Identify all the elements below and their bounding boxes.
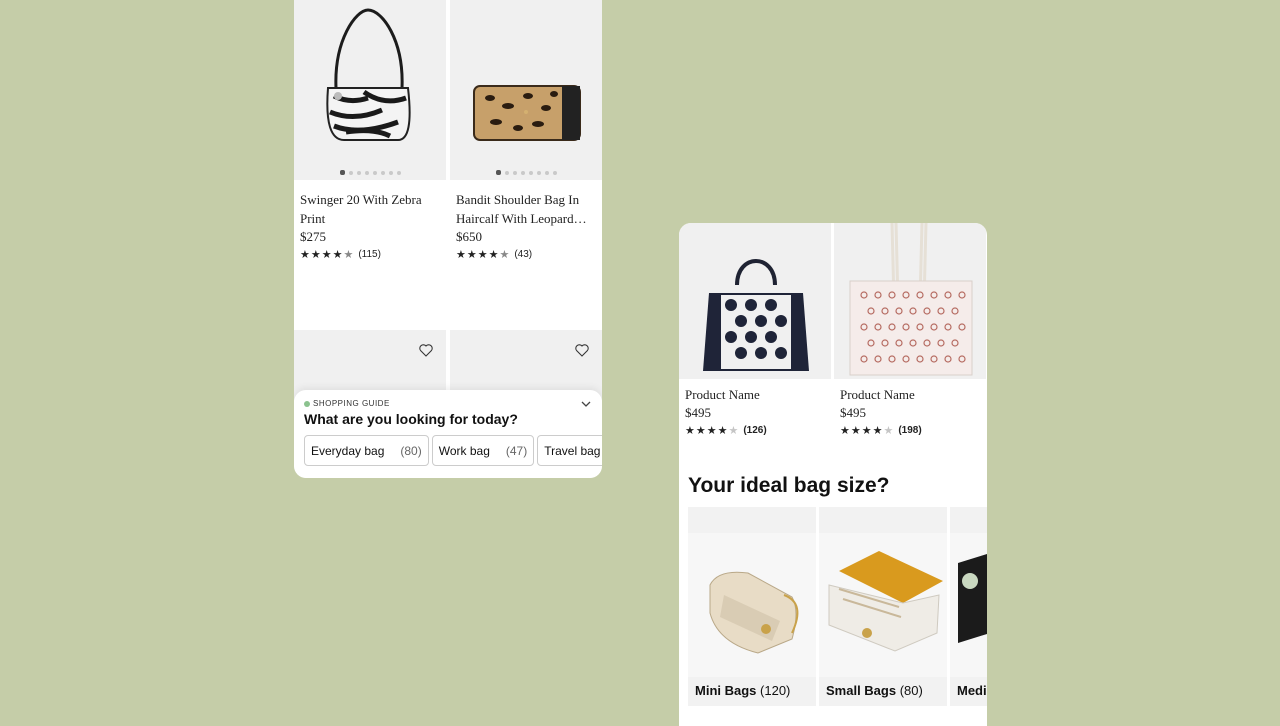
star-rating-icon: ★★★★★ <box>300 249 355 261</box>
mini-bag-image <box>688 533 816 677</box>
product-rating: ★★★★★ (198) <box>840 424 980 437</box>
heart-icon[interactable] <box>418 342 434 358</box>
chip-count: (80) <box>400 443 422 458</box>
chip-work-bag[interactable]: Work bag (47) <box>431 435 535 466</box>
chip-travel-bag[interactable]: Travel bag <box>537 435 602 466</box>
heart-icon[interactable] <box>574 342 590 358</box>
shopping-guide-label: SHOPPING GUIDE <box>313 399 390 408</box>
status-dot-icon <box>304 400 310 407</box>
size-card-small[interactable]: Small Bags (80) <box>819 507 947 706</box>
product-image[interactable] <box>834 223 986 379</box>
size-card-label: Small Bags (80) <box>826 683 923 698</box>
product-rating: ★★★★★ (43) <box>456 248 596 261</box>
product-image[interactable] <box>294 0 446 180</box>
product-rating: ★★★★★ (126) <box>685 424 825 437</box>
carousel-dots[interactable] <box>450 170 602 175</box>
product-card[interactable]: Bandit Shoulder Bag In Haircalf With Leo… <box>450 0 602 261</box>
product-name[interactable]: Product Name <box>685 385 825 404</box>
product-image[interactable] <box>679 223 831 379</box>
product-price: $495 <box>685 405 711 420</box>
checkered-bag-image <box>703 259 809 371</box>
product-price: $275 <box>300 229 326 244</box>
star-rating-icon: ★★★★★ <box>685 425 740 437</box>
rating-count: (115) <box>358 249 381 260</box>
left-phone-screen: Swinger 20 With Zebra Print $275 ★★★★★ (… <box>294 0 602 478</box>
star-rating-icon: ★★★★★ <box>456 249 511 261</box>
product-name[interactable]: Product Name <box>840 385 980 404</box>
size-card-medium[interactable]: Medi <box>950 507 987 706</box>
small-bag-image <box>819 533 947 677</box>
chip-everyday-bag[interactable]: Everyday bag (80) <box>304 435 429 466</box>
rating-count: (126) <box>743 425 767 436</box>
product-card[interactable]: Product Name $495 ★★★★★ (126) <box>679 223 831 437</box>
product-card[interactable]: Swinger 20 With Zebra Print $275 ★★★★★ (… <box>294 0 446 261</box>
carousel-dots[interactable] <box>294 170 446 175</box>
chevron-down-icon[interactable] <box>580 398 592 410</box>
product-name[interactable]: Swinger 20 With Zebra Print <box>300 190 440 228</box>
product-image[interactable] <box>450 0 602 180</box>
size-card-label: Mini Bags (120) <box>695 683 791 698</box>
right-phone-screen: Product Name $495 ★★★★★ (126) Product Na… <box>679 223 987 726</box>
product-card[interactable]: Product Name $495 ★★★★★ (198) <box>834 223 986 437</box>
chip-label: Everyday bag <box>311 443 385 458</box>
product-price: $650 <box>456 229 482 244</box>
medium-bag-image <box>950 533 987 677</box>
star-rating-icon: ★★★★★ <box>840 425 895 437</box>
product-price: $495 <box>840 405 866 420</box>
guide-chips: Everyday bag (80) Work bag (47) Travel b… <box>304 435 602 469</box>
shopping-guide-tag: SHOPPING GUIDE <box>304 399 390 408</box>
product-rating: ★★★★★ (115) <box>300 248 440 261</box>
section-title: Your ideal bag size? <box>688 474 890 497</box>
size-card-mini[interactable]: Mini Bags (120) <box>688 507 816 706</box>
size-carousel[interactable]: Mini Bags (120) Small Bags (80) Medi <box>688 507 987 707</box>
shopping-guide-panel: SHOPPING GUIDE What are you looking for … <box>294 390 602 478</box>
zebra-bag-image <box>326 8 411 141</box>
rating-count: (43) <box>514 249 533 260</box>
rating-count: (198) <box>898 425 922 436</box>
size-card-label: Medi <box>957 683 987 698</box>
tote-bag-image <box>849 223 973 376</box>
chip-count: (47) <box>505 443 528 458</box>
chip-label: Work bag <box>438 443 490 458</box>
leopard-bag-image <box>473 85 581 141</box>
chip-label: Travel bag <box>544 443 601 458</box>
shopping-guide-title: What are you looking for today? <box>304 411 518 427</box>
product-name[interactable]: Bandit Shoulder Bag In Haircalf With Leo… <box>456 190 596 228</box>
